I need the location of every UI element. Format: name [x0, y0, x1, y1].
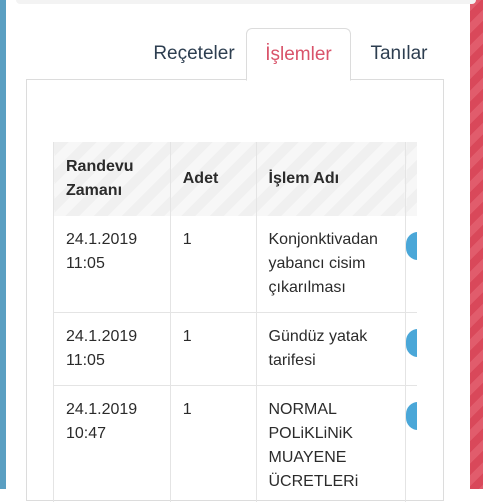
tab-receteler[interactable]: Reçeteler: [138, 28, 250, 79]
cell-procedure-name: Gündüz yatak tarifesi: [256, 313, 406, 386]
cell-count: 1: [170, 313, 256, 386]
header-appointment-time[interactable]: Randevu Zamanı: [54, 142, 171, 216]
row-action-button[interactable]: [406, 329, 417, 357]
cell-count: 1: [170, 386, 256, 502]
cell-action: [406, 313, 417, 386]
cell-date: 24.1.2019: [66, 325, 158, 349]
cell-appointment-time: 24.1.2019 11:05: [54, 216, 171, 313]
row-action-button[interactable]: [406, 402, 417, 430]
header-procedure-name[interactable]: İşlem Adı: [256, 142, 406, 216]
table-row: 24.1.2019 11:05 1 Konjonktivadan yabancı…: [54, 216, 418, 313]
cell-time: 10:47: [66, 422, 158, 446]
header-action: [406, 142, 417, 216]
table-row: 24.1.2019 10:47 1 NORMAL POLiKLiNiK MUAY…: [54, 386, 418, 502]
tab-bar: Reçeteler İşlemler Tanılar: [6, 28, 470, 80]
header-count[interactable]: Adet: [170, 142, 256, 216]
right-accent-strip: [470, 0, 483, 489]
cell-action: [406, 386, 417, 502]
row-action-button[interactable]: [406, 232, 417, 260]
top-card-edge: [16, 0, 476, 4]
table-header-row: Randevu Zamanı Adet İşlem Adı: [54, 142, 418, 216]
procedures-panel: Reçeteler İşlemler Tanılar Randevu Zaman…: [6, 0, 470, 489]
cell-action: [406, 216, 417, 313]
cell-date: 24.1.2019: [66, 398, 158, 422]
procedures-table: Randevu Zamanı Adet İşlem Adı 24.1.2019 …: [53, 142, 417, 502]
table-row: 24.1.2019 11:05 1 Gündüz yatak tarifesi: [54, 313, 418, 386]
cell-time: 11:05: [66, 252, 158, 276]
cell-procedure-name: NORMAL POLiKLiNiK MUAYENE ÜCRETLERi: [256, 386, 406, 502]
cell-date: 24.1.2019: [66, 228, 158, 252]
tab-content: Randevu Zamanı Adet İşlem Adı 24.1.2019 …: [26, 79, 444, 501]
cell-time: 11:05: [66, 349, 158, 373]
cell-appointment-time: 24.1.2019 11:05: [54, 313, 171, 386]
tab-tanilar[interactable]: Tanılar: [359, 28, 439, 79]
table-scroll-area[interactable]: Randevu Zamanı Adet İşlem Adı 24.1.2019 …: [53, 142, 417, 502]
cell-count: 1: [170, 216, 256, 313]
tab-islemler[interactable]: İşlemler: [246, 28, 351, 81]
cell-appointment-time: 24.1.2019 10:47: [54, 386, 171, 502]
cell-procedure-name: Konjonktivadan yabancı cisim çıkarılması: [256, 216, 406, 313]
